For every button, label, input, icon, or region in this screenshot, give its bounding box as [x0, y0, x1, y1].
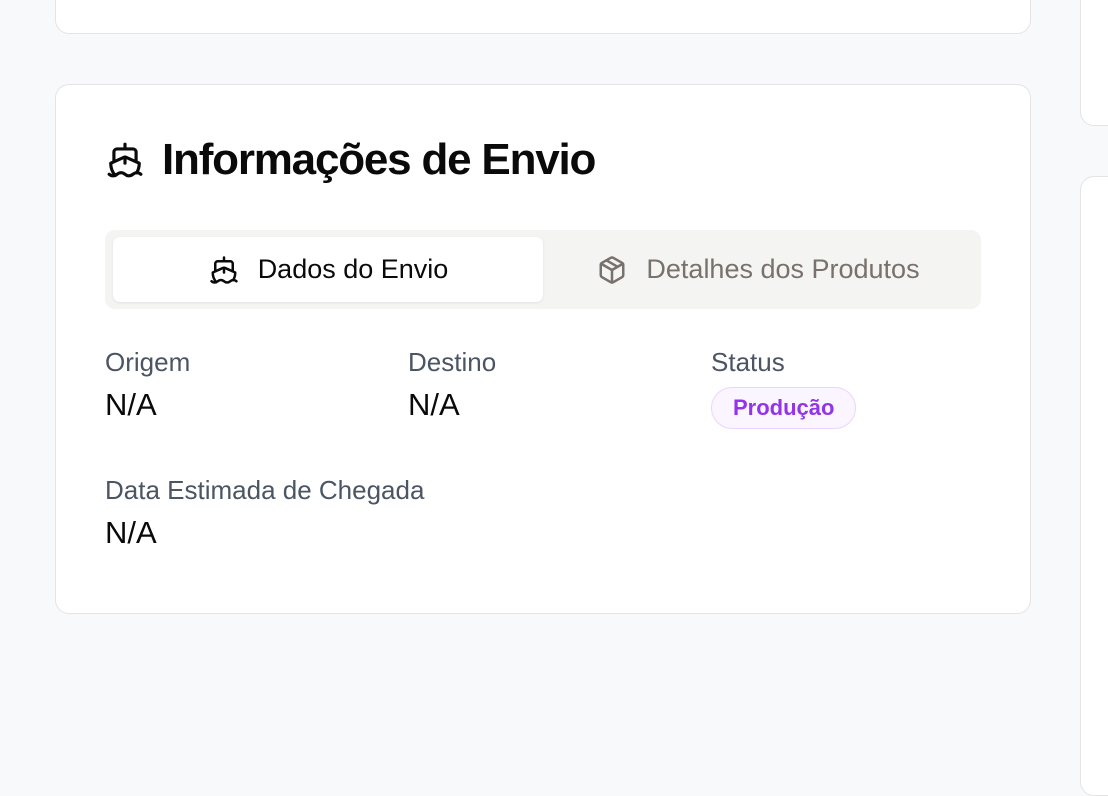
section-header: Informações de Envio — [105, 135, 596, 185]
field-value: N/A — [105, 387, 157, 422]
package-icon — [596, 254, 628, 286]
side-card-bottom — [1080, 176, 1108, 796]
field-value: N/A — [408, 387, 460, 422]
tab-detalhes-dos-produtos[interactable]: Detalhes dos Produtos — [543, 237, 973, 302]
previous-card — [55, 0, 1031, 34]
field-status: Status Produção — [711, 346, 857, 429]
tab-label: Dados do Envio — [257, 254, 449, 284]
field-destino: Destino N/A — [408, 346, 496, 425]
shipping-info-card: Informações de Envio Dados do Envio Deta… — [55, 84, 1031, 614]
section-title: Informações de Envio — [162, 135, 596, 184]
field-label: Destino — [408, 347, 497, 377]
field-label: Data Estimada de Chegada — [105, 475, 425, 505]
side-card-top — [1080, 0, 1108, 126]
ship-icon — [208, 254, 240, 286]
field-origem: Origem N/A — [105, 346, 190, 425]
tab-dados-do-envio[interactable]: Dados do Envio — [113, 237, 543, 302]
status-badge: Produção — [711, 387, 857, 429]
ship-icon — [105, 140, 145, 180]
field-label: Status — [711, 347, 785, 377]
field-label: Origem — [105, 347, 191, 377]
field-value: N/A — [105, 515, 157, 550]
tab-list: Dados do Envio Detalhes dos Produtos — [105, 230, 981, 309]
tab-label: Detalhes dos Produtos — [646, 254, 920, 284]
field-data-estimada: Data Estimada de Chegada N/A — [105, 474, 424, 553]
